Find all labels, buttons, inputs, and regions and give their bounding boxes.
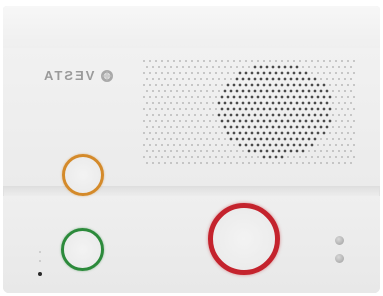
speaker-grille: [143, 60, 355, 164]
indicator-led: [335, 254, 344, 263]
orange-ring-button[interactable]: [62, 154, 104, 196]
status-indicator-dot: [38, 272, 42, 276]
microphone-hole: [39, 251, 41, 253]
brand-logo: VESTA: [42, 68, 114, 83]
microphone-hole: [39, 260, 41, 262]
panel-step: [3, 186, 380, 196]
top-band: [3, 6, 380, 49]
indicator-led: [335, 236, 344, 245]
red-ring-button[interactable]: [208, 203, 280, 275]
vesta-logo-icon: [100, 69, 114, 83]
lower-panel: [3, 196, 380, 293]
green-ring-button[interactable]: [61, 228, 104, 271]
brand-logo-text: VESTA: [42, 68, 95, 83]
